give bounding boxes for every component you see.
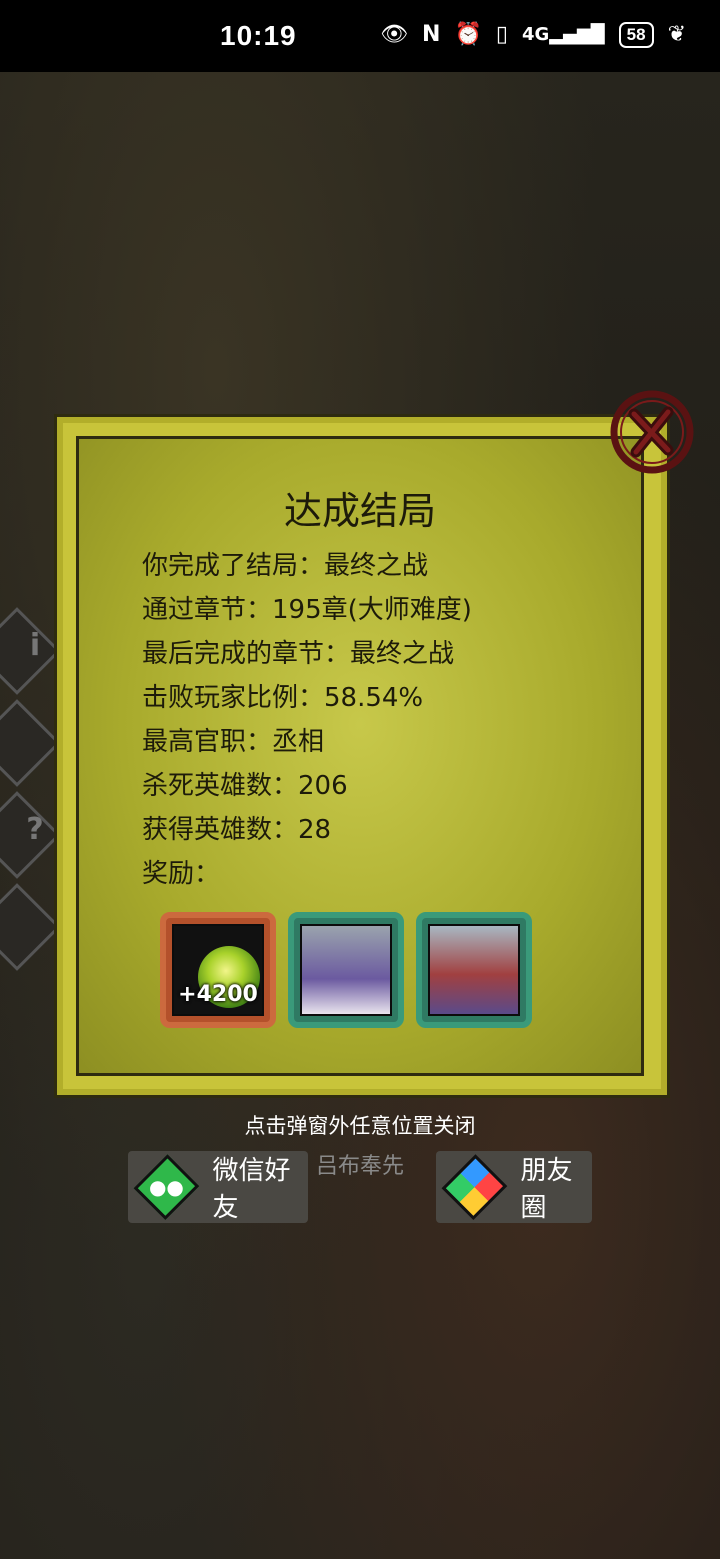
reward-item-hero[interactable] <box>416 912 532 1028</box>
ending-info: 你完成了结局：最终之战 通过章节：195章(大师难度) 最后完成的章节：最终之战… <box>142 544 472 896</box>
hero-portrait-icon <box>300 924 392 1016</box>
heroes-obtained-line: 获得英雄数：28 <box>142 815 332 845</box>
status-time: 10:19 <box>220 20 297 51</box>
share-moments-label: 朋友圈 <box>520 1156 573 1223</box>
nfc-icon: N <box>422 22 441 47</box>
status-bar: 10:19 👁 N ⏰ ▯ 4G▂▄▆█ 58 ❦ <box>0 0 720 72</box>
close-icon <box>610 390 694 474</box>
share-moments-button[interactable]: 朋友圈 <box>436 1151 592 1223</box>
reward-item-currency[interactable]: +4200 <box>160 912 276 1028</box>
reward-label: 奖励： <box>142 859 221 889</box>
reward-item-hero[interactable] <box>288 912 404 1028</box>
background-hero-name: 吕布奉先 <box>316 1154 405 1179</box>
last-chapter-line: 最后完成的章节：最终之战 <box>142 639 455 669</box>
info-icon: i <box>29 628 41 663</box>
highest-rank-line: 最高官职：丞相 <box>142 727 325 757</box>
close-button[interactable] <box>606 388 696 478</box>
vibrate-icon: ▯ <box>495 22 508 47</box>
close-hint: 点击弹窗外任意位置关闭 <box>244 1114 476 1138</box>
ending-line: 你完成了结局：最终之战 <box>142 551 429 581</box>
alarm-icon: ⏰ <box>454 22 482 47</box>
defeat-ratio-line: 击败玩家比例：58.54% <box>142 683 424 713</box>
reward-amount: +4200 <box>178 982 258 1007</box>
wechat-icon: ●● <box>133 1154 199 1220</box>
leaf-icon: ❦ <box>667 22 686 47</box>
help-icon: ? <box>26 812 44 847</box>
share-wechat-button[interactable]: ●● 微信好友 <box>128 1151 308 1223</box>
archer-portrait-icon <box>428 924 520 1016</box>
share-wechat-label: 微信好友 <box>212 1156 291 1223</box>
moments-icon <box>441 1154 507 1220</box>
chapters-line: 通过章节：195章(大师难度) <box>142 595 472 625</box>
heroes-killed-line: 杀死英雄数：206 <box>142 771 348 801</box>
battery-icon: 58 <box>618 22 654 48</box>
modal-title: 达成结局 <box>283 489 436 533</box>
eye-icon: 👁 <box>380 22 409 47</box>
reward-list: +4200 <box>160 912 532 1028</box>
battery-level: 58 <box>626 25 646 44</box>
signal-4g-icon: 4G▂▄▆█ <box>521 24 605 45</box>
